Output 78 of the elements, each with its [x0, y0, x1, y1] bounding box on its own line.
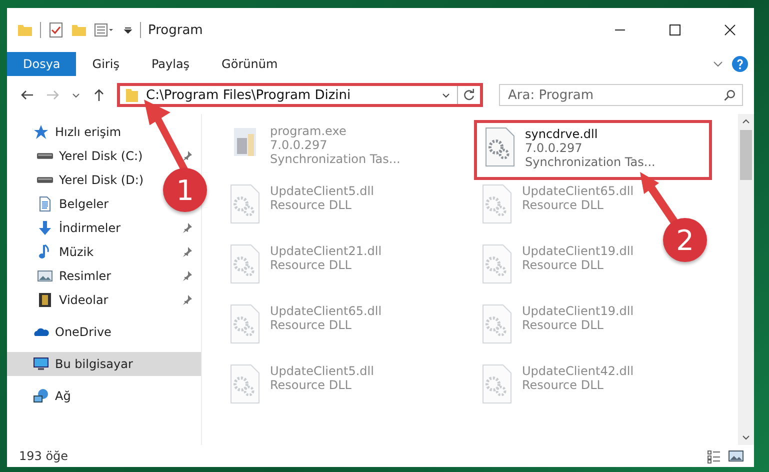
file-detail: Resource DLL: [270, 258, 352, 272]
file-name: UpdateClient65.dll: [522, 184, 634, 198]
pin-icon: [181, 222, 193, 234]
file-detail: 7.0.0.297: [270, 138, 328, 152]
download-arrow-icon: [37, 220, 53, 236]
properties-icon[interactable]: [94, 22, 116, 38]
file-name: UpdateClient19.dll: [522, 244, 634, 258]
file-detail: Synchronization Tas...: [525, 155, 656, 169]
maximize-icon[interactable]: [667, 22, 683, 38]
nav-item[interactable]: Bu bilgisayar: [7, 352, 201, 376]
scrollbar-thumb[interactable]: [740, 130, 752, 180]
file-detail: Resource DLL: [522, 318, 604, 332]
nav-item[interactable]: Yerel Disk (C:): [59, 149, 143, 163]
gear-file-icon: [228, 364, 262, 404]
file-detail: Synchronization Tas...: [270, 152, 400, 166]
file-detail: Resource DLL: [522, 378, 604, 392]
file-name: UpdateClient42.dll: [522, 364, 634, 378]
drive-icon: [37, 177, 53, 183]
nav-item[interactable]: Müzik: [59, 245, 94, 259]
gear-file-icon: [228, 304, 262, 344]
details-view-icon[interactable]: [706, 448, 722, 464]
nav-item[interactable]: OneDrive: [7, 320, 201, 344]
nav-item[interactable]: Yerel Disk (D:): [59, 173, 144, 187]
file-detail: Resource DLL: [522, 258, 604, 272]
help-icon[interactable]: [732, 56, 748, 72]
drive-icon: [37, 153, 53, 159]
gear-file-icon: [480, 304, 514, 344]
gear-file-icon: [480, 184, 514, 224]
address-path: C:\Program Files\Program Dizini: [146, 88, 352, 102]
gear-file-icon: [228, 184, 262, 224]
monitor-icon: [33, 356, 49, 372]
thumbnail-view-icon[interactable]: [728, 448, 744, 464]
ribbon-tab[interactable]: Paylaş: [135, 52, 206, 76]
pin-icon: [181, 294, 193, 306]
file-detail: Resource DLL: [522, 198, 604, 212]
search-icon[interactable]: [723, 88, 737, 102]
file-detail: Resource DLL: [270, 198, 352, 212]
window-title: Program: [148, 22, 203, 38]
ribbon-tab[interactable]: Görünüm: [206, 52, 294, 76]
file-detail: Resource DLL: [270, 378, 352, 392]
gear-file-icon: [228, 244, 262, 284]
checklist-icon[interactable]: [48, 22, 64, 38]
image-icon: [37, 268, 53, 284]
search-field[interactable]: Ara: Program: [499, 84, 743, 106]
refresh-icon[interactable]: [462, 88, 476, 102]
pin-icon: [181, 270, 193, 282]
folder-icon: [124, 87, 140, 103]
nav-item[interactable]: Hızlı erişim: [7, 120, 201, 144]
document-icon: [37, 196, 53, 212]
network-icon: [33, 388, 49, 404]
file-detail: Resource DLL: [270, 318, 352, 332]
film-icon: [37, 292, 53, 308]
file-name: UpdateClient19.dll: [522, 304, 634, 318]
pin-icon: [181, 150, 193, 162]
file-name: syncdrve.dll: [525, 127, 599, 141]
gear-file-icon: [480, 244, 514, 284]
nav-item[interactable]: Resimler: [59, 269, 112, 283]
nav-item[interactable]: Belgeler: [59, 197, 109, 211]
nav-item[interactable]: Ağ: [7, 384, 201, 408]
gear-file-icon: [480, 364, 514, 404]
item-count: 193 öğe: [19, 449, 68, 463]
pin-icon: [181, 246, 193, 258]
file-name: UpdateClient5.dll: [270, 364, 374, 378]
file-name: UpdateClient5.dll: [270, 184, 374, 198]
file-name: UpdateClient65.dll: [270, 304, 382, 318]
file-item[interactable]: syncdrve.dll 7.0.0.297 Synchronization Tas...: [474, 120, 712, 180]
ribbon-tab[interactable]: Giriş: [76, 52, 136, 76]
address-bar[interactable]: C:\Program Files\Program Dizini: [117, 83, 483, 107]
nav-item[interactable]: İndirmeler: [59, 221, 121, 235]
file-name: UpdateClient21.dll: [270, 244, 382, 258]
gear-file-icon: [483, 127, 517, 167]
ribbon-tab[interactable]: Dosya: [7, 52, 76, 76]
file-name: program.exe: [270, 124, 348, 138]
file-detail: 7.0.0.297: [525, 141, 584, 155]
dropdown-icon[interactable]: [123, 25, 133, 35]
nav-item[interactable]: Videolar: [59, 293, 108, 307]
star-icon: [33, 124, 49, 140]
close-icon[interactable]: [722, 22, 738, 38]
